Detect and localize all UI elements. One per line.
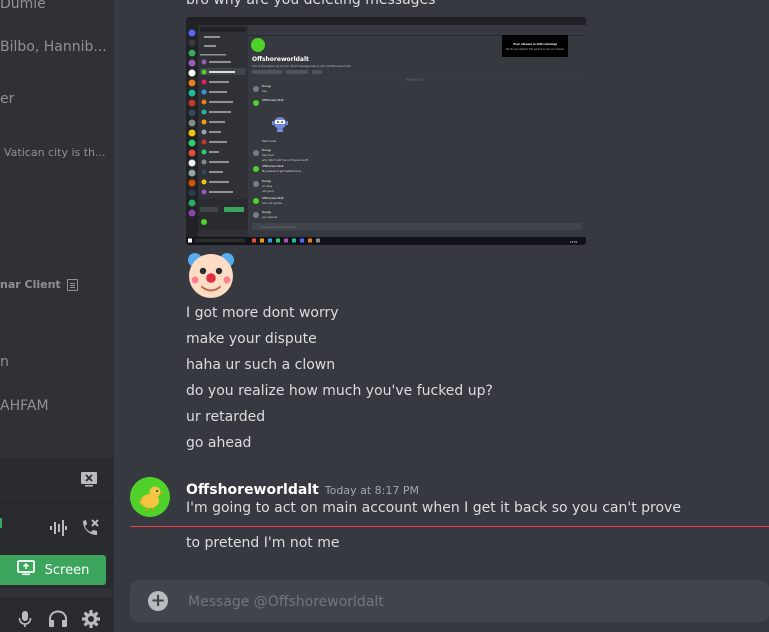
screen-share-button[interactable]: Screen (0, 555, 106, 585)
message-text: go ahead (186, 435, 252, 451)
embedded-title: Offshoreworldalt (252, 56, 309, 63)
embedded-text: hey bruh (262, 153, 274, 157)
embedded-author: Offshoreworldalt (262, 164, 284, 168)
dm-item[interactable]: Dumle (0, 0, 46, 12)
embedded-text: you warned (262, 215, 278, 219)
embedded-text: not good (262, 189, 274, 193)
dm-item-label: nar Client (0, 278, 61, 291)
embedded-author: Offshoreworldalt (262, 98, 284, 102)
message-timestamp: Today at 8:17 PM (324, 484, 419, 497)
phone-disconnect-icon[interactable] (80, 518, 100, 542)
embedded-text: oh okay (262, 184, 273, 188)
clown-face-icon (186, 250, 236, 304)
message-text: make your dispute (186, 331, 317, 347)
embedded-text: My password got deleted bruv (262, 169, 302, 173)
avatar[interactable] (130, 477, 170, 517)
embedded-composer: Message @Offshoreworldalt (260, 225, 296, 229)
embedded-text: he's not goode... (262, 201, 284, 205)
stream-popup-title: Your stream is still running! (512, 42, 557, 46)
user-panel (0, 597, 114, 632)
message-header: Offshoreworldalt Today at 8:17 PM (186, 479, 419, 498)
embedded-author: Energy (262, 84, 272, 88)
stream-popup-text: We hit your stream? This window is now y… (506, 48, 565, 51)
embedded-date: August 8, 2021 (406, 79, 425, 82)
gear-icon[interactable] (81, 609, 101, 632)
plus-circle-icon[interactable]: + (148, 591, 168, 611)
note-icon (66, 279, 78, 291)
embedded-author: Energy (262, 179, 272, 183)
screen-button-label: Screen (44, 562, 90, 578)
embedded-author: Energy (262, 210, 272, 214)
monitor-icon (16, 560, 35, 580)
dm-sidebar: Dumle Bilbo, Hannib... er Vatican city i… (0, 0, 114, 632)
message-text: bro why are you deleting messages (186, 0, 436, 8)
message-text: I got more dont worry (186, 305, 339, 321)
attached-screenshot-image[interactable]: Offshoreworldalt This is the beginning o… (186, 17, 586, 245)
headphones-icon[interactable] (48, 610, 68, 632)
divider (0, 502, 114, 503)
message-text: I'm going to act on main account when I … (186, 500, 681, 516)
dm-item[interactable]: nar Client (0, 278, 78, 291)
close-screen-icon[interactable] (80, 471, 98, 491)
embedded-text: Hello lucas (262, 139, 277, 143)
message-text: do you realize how much you've fucked up… (186, 383, 493, 399)
embedded-text: why didn't add me on this account? (262, 158, 309, 162)
author-name[interactable]: Offshoreworldalt (186, 482, 319, 498)
dm-item[interactable]: Vatican city is th... (4, 146, 106, 159)
dm-item[interactable]: er (0, 91, 14, 107)
message-text: ur retarded (186, 409, 266, 425)
dm-item[interactable]: n (0, 354, 9, 370)
waveform-icon[interactable] (49, 519, 67, 541)
message-input[interactable] (186, 580, 750, 624)
embedded-clock: 17:51 (570, 240, 578, 244)
message-text: to pretend I'm not me (186, 535, 340, 551)
embedded-welcome: This is the beginning of your direct mes… (252, 64, 352, 68)
chick-avatar-icon (130, 477, 170, 517)
embedded-author: Energy (262, 148, 272, 152)
message-composer: + (130, 580, 769, 624)
embedded-text: hey (262, 89, 267, 93)
connection-indicator (0, 518, 2, 528)
new-messages-divider (130, 526, 769, 527)
microphone-icon[interactable] (18, 610, 32, 632)
embedded-author: Offshoreworldalt (262, 196, 284, 200)
dm-item[interactable]: AHFAM (0, 398, 49, 414)
message-text: haha ur such a clown (186, 357, 336, 373)
dm-item[interactable]: Bilbo, Hannib... (0, 39, 107, 55)
